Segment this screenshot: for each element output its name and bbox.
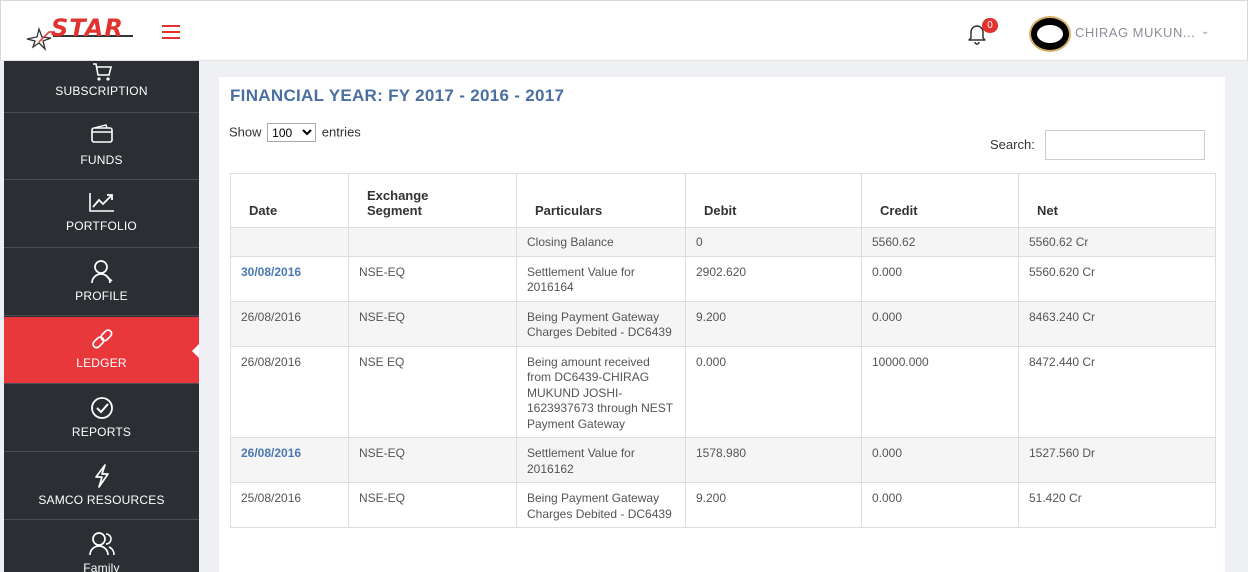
page-title: FINANCIAL YEAR: FY 2017 - 2016 - 2017 <box>230 86 565 105</box>
cell-debit: 2902.620 <box>685 255 862 302</box>
column-header-debit[interactable]: Debit <box>685 173 862 228</box>
sidebar-item-label: FUNDS <box>80 153 123 167</box>
sidebar-item-subscription[interactable]: SUBSCRIPTION <box>4 61 199 113</box>
search-label: Search: <box>990 137 1035 152</box>
cell-date: 26/08/2016 <box>230 300 349 347</box>
cell-particulars: Settlement Value for 2016164 <box>516 255 686 302</box>
table-row: Closing Balance 0 5560.62 5560.62 Cr <box>230 227 1216 257</box>
sidebar-item-portfolio[interactable]: PORTFOLIO <box>4 181 199 248</box>
chevron-down-icon: ⌄ <box>1201 26 1210 37</box>
table-row: 26/08/2016 NSE EQ Being amount received … <box>230 345 1216 438</box>
cell-credit: 10000.000 <box>861 345 1019 438</box>
sidebar-item-samco-resources[interactable]: SAMCO RESOURCES <box>4 453 199 520</box>
cell-credit: 5560.62 <box>861 227 1019 257</box>
sidebar-item-label: SUBSCRIPTION <box>55 84 148 98</box>
cell-net: 8463.240 Cr <box>1018 300 1216 347</box>
table-header-row: Date Exchange Segment Particulars Debit … <box>230 173 1216 228</box>
cell-segment: NSE-EQ <box>348 437 517 483</box>
lightning-icon <box>4 463 199 488</box>
cell-particulars: Being Payment Gateway Charges Debited - … <box>516 482 686 528</box>
cell-date <box>230 227 349 257</box>
link-icon <box>4 327 199 351</box>
cell-net: 1527.560 Dr <box>1018 437 1216 483</box>
entries-control: Show 100 entries <box>229 123 361 142</box>
sidebar-item-ledger[interactable]: LEDGER <box>4 317 199 384</box>
cell-credit: 0.000 <box>861 437 1019 483</box>
sidebar-item-label: Family <box>83 561 120 572</box>
cell-date-link[interactable]: 30/08/2016 <box>230 255 349 302</box>
sidebar-item-funds[interactable]: FUNDS <box>4 113 199 180</box>
wallet-icon <box>4 123 199 147</box>
cell-date: 26/08/2016 <box>230 345 349 438</box>
column-header-exchange-segment[interactable]: Exchange Segment <box>348 173 517 228</box>
ledger-panel: FINANCIAL YEAR: FY 2017 - 2016 - 2017 Sh… <box>219 77 1225 572</box>
cell-credit: 0.000 <box>861 482 1019 528</box>
search-input[interactable] <box>1045 130 1205 160</box>
cell-net: 8472.440 Cr <box>1018 345 1216 438</box>
column-header-net[interactable]: Net <box>1018 173 1216 228</box>
notification-count-badge: 0 <box>982 18 998 33</box>
menu-toggle-button[interactable] <box>162 25 180 39</box>
column-header-date[interactable]: Date <box>230 173 349 228</box>
cell-debit: 0 <box>685 227 862 257</box>
cell-segment: NSE-EQ <box>348 482 517 528</box>
users-icon <box>4 531 199 556</box>
sidebar-item-label: PORTFOLIO <box>66 219 137 233</box>
cell-date: 25/08/2016 <box>230 482 349 528</box>
table-row: 26/08/2016 NSE-EQ Settlement Value for 2… <box>230 437 1216 483</box>
column-header-particulars[interactable]: Particulars <box>516 173 686 228</box>
cell-particulars: Being Payment Gateway Charges Debited - … <box>516 300 686 347</box>
cell-credit: 0.000 <box>861 300 1019 347</box>
table-row: 25/08/2016 NSE-EQ Being Payment Gateway … <box>230 482 1216 528</box>
top-header: STAR 0 CHIRAG MUKUN... ⌄ <box>0 0 1248 61</box>
avatar <box>1029 16 1071 52</box>
ledger-table: Date Exchange Segment Particulars Debit … <box>230 173 1216 528</box>
sidebar-item-profile[interactable]: PROFILE <box>4 249 199 316</box>
sidebar-item-label: LEDGER <box>76 356 127 370</box>
cell-debit: 0.000 <box>685 345 862 438</box>
cell-particulars: Being amount received from DC6439-CHIRAG… <box>516 345 686 438</box>
cell-segment: NSE-EQ <box>348 300 517 347</box>
check-circle-icon <box>4 395 199 419</box>
user-name: CHIRAG MUKUN... <box>1075 25 1196 40</box>
sidebar-item-reports[interactable]: REPORTS <box>4 385 199 452</box>
chart-line-icon <box>4 191 199 215</box>
cart-icon <box>4 61 199 81</box>
cell-date-link[interactable]: 26/08/2016 <box>230 437 349 483</box>
cell-debit: 9.200 <box>685 300 862 347</box>
logo-text: STAR <box>51 14 124 42</box>
table-row: 30/08/2016 NSE-EQ Settlement Value for 2… <box>230 255 1216 302</box>
table-row: 26/08/2016 NSE-EQ Being Payment Gateway … <box>230 300 1216 347</box>
sidebar-item-label: SAMCO RESOURCES <box>38 493 165 507</box>
cell-particulars: Settlement Value for 2016162 <box>516 437 686 483</box>
cell-net: 51.420 Cr <box>1018 482 1216 528</box>
entries-label: entries <box>321 124 361 140</box>
cell-segment: NSE EQ <box>348 345 517 438</box>
column-header-credit[interactable]: Credit <box>861 173 1019 228</box>
cell-debit: 1578.980 <box>685 437 862 483</box>
cell-credit: 0.000 <box>861 255 1019 302</box>
cell-segment <box>348 227 517 257</box>
show-label: Show <box>229 124 262 140</box>
sidebar-item-label: REPORTS <box>71 425 132 439</box>
user-icon <box>4 259 199 284</box>
star-logo[interactable]: STAR <box>25 14 137 55</box>
sidebar-item-label: PROFILE <box>75 289 128 303</box>
cell-particulars: Closing Balance <box>516 227 686 257</box>
cell-net: 5560.620 Cr <box>1018 255 1216 302</box>
entries-select[interactable]: 100 <box>267 123 317 142</box>
sidebar-item-family[interactable]: Family <box>4 521 199 572</box>
sidebar: SUBSCRIPTION FUNDS PORTFOLIO PROFILE LED… <box>4 61 199 572</box>
cell-debit: 9.200 <box>685 482 862 528</box>
cell-net: 5560.62 Cr <box>1018 227 1216 257</box>
cell-segment: NSE-EQ <box>348 255 517 302</box>
